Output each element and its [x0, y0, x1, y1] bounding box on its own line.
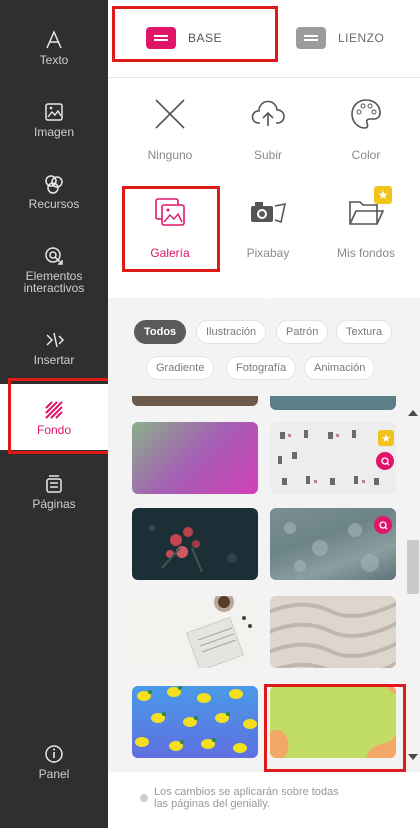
option-label: Mis fondos	[336, 246, 396, 260]
option-subir[interactable]: Subir	[220, 92, 316, 162]
animated-icon	[374, 516, 392, 534]
interactive-icon	[39, 242, 69, 270]
tab-lienzo-label: LIENZO	[338, 31, 385, 45]
option-label: Pixabay	[246, 246, 290, 260]
upload-cloud-icon	[246, 92, 290, 136]
filter-gradiente[interactable]: Gradiente	[146, 356, 215, 380]
option-ninguno[interactable]: Ninguno	[122, 92, 218, 162]
tab-lienzo[interactable]: LIENZO	[296, 18, 384, 58]
option-mis-fondos[interactable]: ★ Mis fondos	[318, 186, 414, 260]
apply-note: Los cambios se aplicarán sobre todas las…	[108, 772, 420, 828]
text-icon	[39, 26, 69, 54]
sidebar-item-label: Recursos	[28, 197, 80, 211]
sidebar-item-recursos[interactable]: Recursos	[0, 170, 108, 210]
option-label: Subir	[253, 148, 282, 162]
sidebar-item-insertar[interactable]: Insertar	[0, 326, 108, 366]
options-pointer	[260, 290, 280, 300]
image-icon	[39, 98, 69, 126]
tab-base[interactable]: BASE	[146, 18, 222, 58]
filter-textura[interactable]: Textura	[336, 320, 393, 344]
info-dot-icon	[140, 794, 148, 802]
gallery-thumb[interactable]	[270, 396, 396, 410]
apply-note-text: Los cambios se aplicarán sobre todas las…	[154, 786, 339, 810]
gallery-icon	[148, 190, 192, 234]
sidebar-item-label: Páginas	[32, 497, 76, 511]
panel-button[interactable]: Panel	[0, 740, 108, 780]
sidebar-item-texto[interactable]: Texto	[0, 26, 108, 66]
camera-icon	[246, 190, 290, 234]
app-root: Texto Imagen Recursos Elementos interact…	[0, 0, 420, 828]
gallery-thumb[interactable]	[132, 596, 258, 668]
gallery-thumb[interactable]	[270, 686, 396, 758]
gallery-thumb[interactable]	[132, 686, 258, 758]
panel-label: Panel	[38, 767, 70, 781]
option-color[interactable]: Color	[318, 92, 414, 162]
sidebar-item-label: Imagen	[33, 125, 75, 139]
tab-bar: BASE LIENZO	[108, 0, 420, 78]
gallery-thumb[interactable]	[132, 422, 258, 494]
pages-icon	[39, 470, 69, 498]
tab-base-label: BASE	[188, 31, 223, 45]
resources-icon	[39, 170, 69, 198]
sidebar-item-elementos-interactivos[interactable]: Elementos interactivos	[0, 242, 108, 294]
gallery-thumb[interactable]	[270, 596, 396, 668]
info-icon	[39, 740, 69, 768]
option-pixabay[interactable]: Pixabay	[220, 190, 316, 260]
canvas-tab-icon	[296, 27, 326, 49]
filter-animacion[interactable]: Animación	[304, 356, 376, 380]
base-tab-icon	[146, 27, 176, 49]
folder-icon: ★	[344, 186, 392, 234]
background-icon	[39, 396, 69, 424]
gallery-thumb[interactable]	[132, 396, 258, 406]
scroll-thumb[interactable]	[407, 540, 419, 594]
sidebar-item-imagen[interactable]: Imagen	[0, 98, 108, 138]
none-icon	[148, 92, 192, 136]
palette-icon	[344, 92, 388, 136]
filter-fotografia[interactable]: Fotografía	[226, 356, 297, 380]
gallery-thumb[interactable]: ★	[270, 422, 396, 494]
filter-patron[interactable]: Patrón	[276, 320, 329, 344]
filter-todos[interactable]: Todos	[134, 320, 187, 344]
background-options: Ninguno Subir Color Galería Pixabay ★ Mi…	[108, 78, 420, 298]
gallery-thumb[interactable]	[270, 508, 396, 580]
sidebar-item-paginas[interactable]: Páginas	[0, 470, 108, 510]
background-gallery: ★	[108, 396, 420, 768]
gallery-thumb[interactable]	[132, 508, 258, 580]
background-panel: BASE LIENZO Ninguno Subir Color Galería …	[108, 0, 420, 828]
animated-icon	[376, 452, 394, 470]
premium-star-icon: ★	[378, 430, 394, 446]
option-label: Color	[351, 148, 381, 162]
sidebar-item-label: Fondo	[36, 423, 72, 437]
gallery-scrollbar[interactable]	[406, 404, 420, 764]
sidebar-item-label: Elementos interactivos	[23, 269, 85, 295]
option-label: Ninguno	[147, 148, 193, 162]
sidebar-item-label: Insertar	[33, 353, 75, 367]
option-label: Galería	[150, 246, 190, 260]
option-galeria[interactable]: Galería	[122, 190, 218, 260]
insert-icon	[39, 326, 69, 354]
star-icon: ★	[374, 186, 392, 204]
sidebar-item-label: Texto	[39, 53, 69, 67]
filter-ilustracion[interactable]: Ilustración	[196, 320, 267, 344]
left-sidebar: Texto Imagen Recursos Elementos interact…	[0, 0, 108, 828]
sidebar-item-fondo[interactable]: Fondo	[0, 384, 108, 450]
scroll-up-arrow-icon[interactable]	[408, 410, 418, 416]
scroll-down-arrow-icon[interactable]	[408, 754, 418, 760]
